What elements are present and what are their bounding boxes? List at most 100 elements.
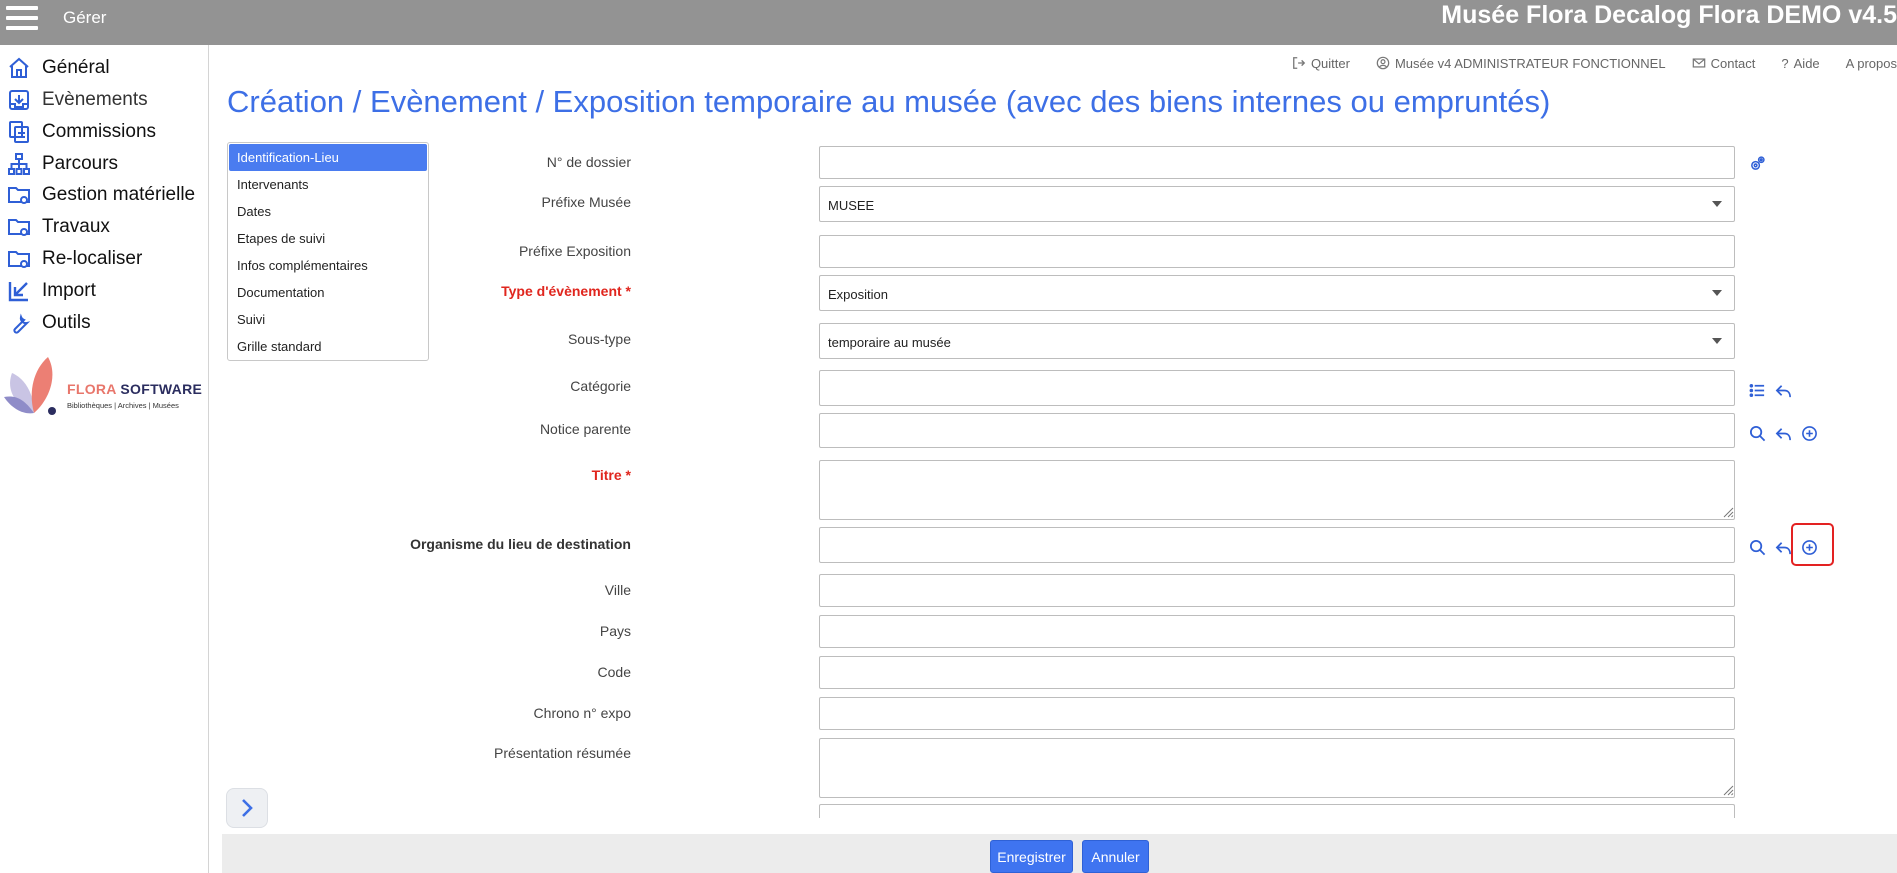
reply-icon[interactable] xyxy=(1774,381,1792,399)
wrench-icon xyxy=(4,309,34,337)
next-section-button[interactable] xyxy=(226,788,268,828)
row-organisme: Organisme du lieu de destination xyxy=(410,527,1840,563)
top-bar: Gérer Musée Flora Decalog Flora DEMO v4.… xyxy=(0,0,1897,45)
tab-documentation[interactable]: Documentation xyxy=(229,279,427,306)
tab-grille-standard[interactable]: Grille standard xyxy=(229,333,427,360)
reply-icon[interactable] xyxy=(1774,424,1792,442)
chrono-label: Chrono n° expo xyxy=(533,705,631,721)
sidebar-item-label: Outils xyxy=(42,312,91,333)
page-title: Création / Evènement / Exposition tempor… xyxy=(227,84,1551,119)
prefixe-exposition-input[interactable] xyxy=(819,235,1735,268)
sitemap-icon xyxy=(4,150,34,178)
sidebar-item-label: Commissions xyxy=(42,121,157,142)
categorie-input[interactable] xyxy=(819,370,1735,406)
chrono-input[interactable] xyxy=(819,697,1735,730)
list-icon[interactable] xyxy=(1748,381,1766,399)
flower-logo-icon xyxy=(4,357,56,415)
tab-identification-lieu[interactable]: Identification-Lieu xyxy=(229,144,427,171)
row-sous-type: Sous-type temporaire au musée xyxy=(440,323,1840,359)
quit-link[interactable]: Quitter xyxy=(1292,53,1350,73)
notice-parente-label: Notice parente xyxy=(539,421,631,437)
sous-type-select[interactable]: temporaire au musée xyxy=(819,323,1735,359)
chevron-down-icon xyxy=(1712,290,1722,296)
save-button[interactable]: Enregistrer xyxy=(990,840,1073,873)
sidebar-item-re-localiser[interactable]: Re-localiser xyxy=(0,244,142,274)
folder-gear-icon xyxy=(4,181,34,209)
pays-label: Pays xyxy=(599,623,631,639)
titre-textarea[interactable] xyxy=(819,460,1735,520)
sidebar-item-parcours[interactable]: Parcours xyxy=(0,149,118,179)
sidebar-item-general[interactable]: Général xyxy=(0,53,110,83)
row-categorie: Catégorie xyxy=(440,370,1840,406)
cancel-button[interactable]: Annuler xyxy=(1082,840,1149,873)
add-circle-icon[interactable] xyxy=(1800,424,1818,442)
categorie-label: Catégorie xyxy=(570,378,631,394)
chevron-down-icon xyxy=(1712,201,1722,207)
tab-etapes-de-suivi[interactable]: Etapes de suivi xyxy=(229,225,427,252)
sidebar: Général Evènements Commissions Parcours … xyxy=(0,45,209,873)
sidebar-item-gestion-materielle[interactable]: Gestion matérielle xyxy=(0,180,195,210)
sidebar-item-outils[interactable]: Outils xyxy=(0,308,91,338)
chevron-down-icon xyxy=(1712,338,1722,344)
help-link[interactable]: ? Aide xyxy=(1781,53,1819,73)
tab-intervenants[interactable]: Intervenants xyxy=(229,171,427,198)
chevron-right-icon xyxy=(242,799,253,817)
code-input[interactable] xyxy=(819,656,1735,689)
sidebar-item-label: Gestion matérielle xyxy=(42,184,196,205)
row-titre: Titre * xyxy=(440,460,1840,520)
user-link[interactable]: Musée v4 ADMINISTRATEUR FONCTIONNEL xyxy=(1376,53,1666,73)
resize-grip-icon[interactable] xyxy=(1723,785,1734,796)
sidebar-item-label: Import xyxy=(42,280,96,301)
tab-infos-complementaires[interactable]: Infos complémentaires xyxy=(229,252,427,279)
code-label: Code xyxy=(597,664,631,680)
row-type-evenement: Type d'évènement * Exposition xyxy=(440,275,1840,311)
dossier-input[interactable] xyxy=(819,146,1735,179)
logo-tagline: Bibliothèques | Archives | Musées xyxy=(67,401,179,410)
search-icon[interactable] xyxy=(1748,424,1766,442)
type-evenement-select[interactable]: Exposition xyxy=(819,275,1735,311)
row-presentation: Présentation résumée xyxy=(440,738,1840,798)
clipped-input[interactable] xyxy=(819,804,1735,818)
notice-parente-input[interactable] xyxy=(819,413,1735,448)
organisme-input[interactable] xyxy=(819,527,1735,563)
question-icon: ? xyxy=(1781,55,1789,71)
user-circle-icon xyxy=(1376,56,1390,70)
app-title: Musée Flora Decalog Flora DEMO v4.5 xyxy=(1441,1,1897,29)
sidebar-item-travaux[interactable]: Travaux xyxy=(0,212,110,242)
flora-software-logo: FLORA SOFTWARE Bibliothèques | Archives … xyxy=(4,355,204,417)
sidebar-item-import[interactable]: Import xyxy=(0,276,96,306)
pays-input[interactable] xyxy=(819,615,1735,648)
prefixe-musee-label: Préfixe Musée xyxy=(541,194,631,210)
reply-icon[interactable] xyxy=(1774,538,1792,556)
ville-input[interactable] xyxy=(819,574,1735,607)
row-prefixe-exposition: Préfixe Exposition xyxy=(440,235,1840,269)
manage-menu[interactable]: Gérer xyxy=(63,8,106,28)
tab-suivi[interactable]: Suivi xyxy=(229,306,427,333)
logo-brand: FLORA SOFTWARE xyxy=(67,381,203,397)
sidebar-item-evenements[interactable]: Evènements xyxy=(0,85,148,115)
inbox-download-icon xyxy=(4,86,34,114)
about-link[interactable]: A propos xyxy=(1846,53,1897,73)
sidebar-item-label: Général xyxy=(42,57,110,78)
sidebar-item-label: Travaux xyxy=(42,216,110,237)
home-icon xyxy=(4,54,34,82)
search-icon[interactable] xyxy=(1748,538,1766,556)
contact-link[interactable]: Contact xyxy=(1692,53,1755,73)
sidebar-item-commissions[interactable]: Commissions xyxy=(0,117,156,147)
highlight-box xyxy=(1791,523,1834,566)
header-links: Quitter Musée v4 ADMINISTRATEUR FONCTION… xyxy=(1292,53,1897,73)
row-prefixe-musee: Préfixe Musée MUSEE xyxy=(440,186,1840,222)
dossier-label: N° de dossier xyxy=(546,154,631,170)
ville-label: Ville xyxy=(604,582,631,598)
prefixe-musee-select[interactable]: MUSEE xyxy=(819,186,1735,222)
resize-grip-icon[interactable] xyxy=(1723,507,1734,518)
sidebar-item-label: Evènements xyxy=(42,89,148,110)
section-tabs: Identification-Lieu Intervenants Dates E… xyxy=(227,142,429,361)
hamburger-menu-icon[interactable] xyxy=(6,6,38,30)
tab-dates[interactable]: Dates xyxy=(229,198,427,225)
gears-icon[interactable] xyxy=(1748,154,1766,172)
presentation-label: Présentation résumée xyxy=(494,745,631,761)
presentation-textarea[interactable] xyxy=(819,738,1735,798)
titre-label: Titre * xyxy=(591,467,631,483)
sidebar-item-label: Re-localiser xyxy=(42,248,143,269)
